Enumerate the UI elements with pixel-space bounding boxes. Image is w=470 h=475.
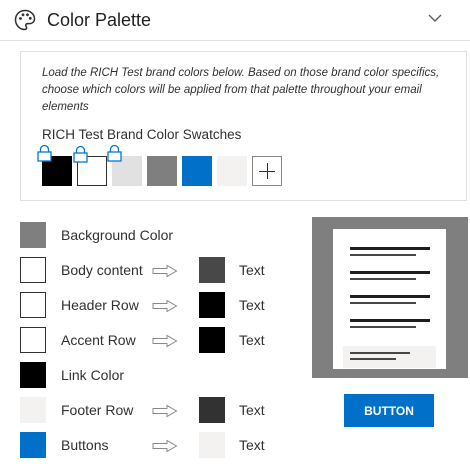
color-row: Link Color (20, 362, 290, 390)
text-color-swatch[interactable] (199, 327, 225, 353)
preview-page (333, 229, 446, 369)
color-swatch[interactable] (20, 432, 46, 458)
text-color-label: Text (239, 402, 265, 418)
brand-swatch[interactable] (217, 156, 247, 186)
color-row-label: Background Color (61, 227, 174, 243)
palette-icon (14, 9, 36, 31)
add-swatch-button[interactable] (252, 156, 282, 186)
chevron-down-icon[interactable] (427, 12, 443, 24)
arrow-right-icon (152, 334, 178, 348)
panel-header: Color Palette (0, 0, 470, 41)
text-color-label: Text (239, 262, 265, 278)
text-color-label: Text (239, 332, 265, 348)
color-row-label: Accent Row (61, 332, 136, 348)
swatches-title: RICH Test Brand Color Swatches (42, 127, 242, 142)
brand-description: Load the RICH Test brand colors below. B… (42, 67, 440, 113)
color-row: Buttons Text (20, 432, 290, 460)
color-swatch[interactable] (20, 222, 46, 248)
brand-swatch[interactable] (73, 145, 107, 186)
lock-icon[interactable] (107, 144, 122, 162)
color-swatch[interactable] (20, 257, 46, 283)
text-color-swatch[interactable] (199, 292, 225, 318)
panel-title: Color Palette (47, 10, 152, 30)
text-color-swatch[interactable] (199, 397, 225, 423)
color-row: Accent Row Text (20, 327, 290, 355)
preview-footer (343, 346, 436, 368)
color-row: Footer Row Text (20, 397, 290, 425)
lock-icon[interactable] (73, 145, 88, 163)
brand-swatch[interactable] (107, 144, 142, 186)
color-swatch[interactable] (20, 327, 46, 353)
arrow-right-icon (152, 439, 178, 453)
color-row-label: Link Color (61, 367, 125, 383)
color-swatch[interactable] (20, 292, 46, 318)
text-color-label: Text (239, 437, 265, 453)
color-row: Body content Text (20, 257, 290, 285)
color-row: Header Row Text (20, 292, 290, 320)
color-row: Background Color (20, 222, 290, 250)
color-row-label: Header Row (61, 297, 139, 313)
arrow-right-icon (152, 264, 178, 278)
text-color-label: Text (239, 297, 265, 313)
preview-button[interactable]: BUTTON (344, 394, 434, 427)
color-row-label: Footer Row (61, 402, 134, 418)
text-color-swatch[interactable] (199, 257, 225, 283)
brand-colors-card: Load the RICH Test brand colors below. B… (20, 51, 467, 201)
color-row-label: Buttons (61, 437, 109, 453)
email-preview (312, 217, 468, 378)
text-color-swatch[interactable] (199, 432, 225, 458)
brand-swatch[interactable] (37, 144, 72, 186)
color-row-label: Body content (61, 262, 143, 278)
arrow-right-icon (152, 299, 178, 313)
brand-swatch[interactable] (147, 156, 177, 186)
brand-swatch[interactable] (182, 156, 212, 186)
arrow-right-icon (152, 404, 178, 418)
lock-icon[interactable] (37, 144, 52, 162)
color-swatch[interactable] (20, 362, 46, 388)
color-swatch[interactable] (20, 397, 46, 423)
